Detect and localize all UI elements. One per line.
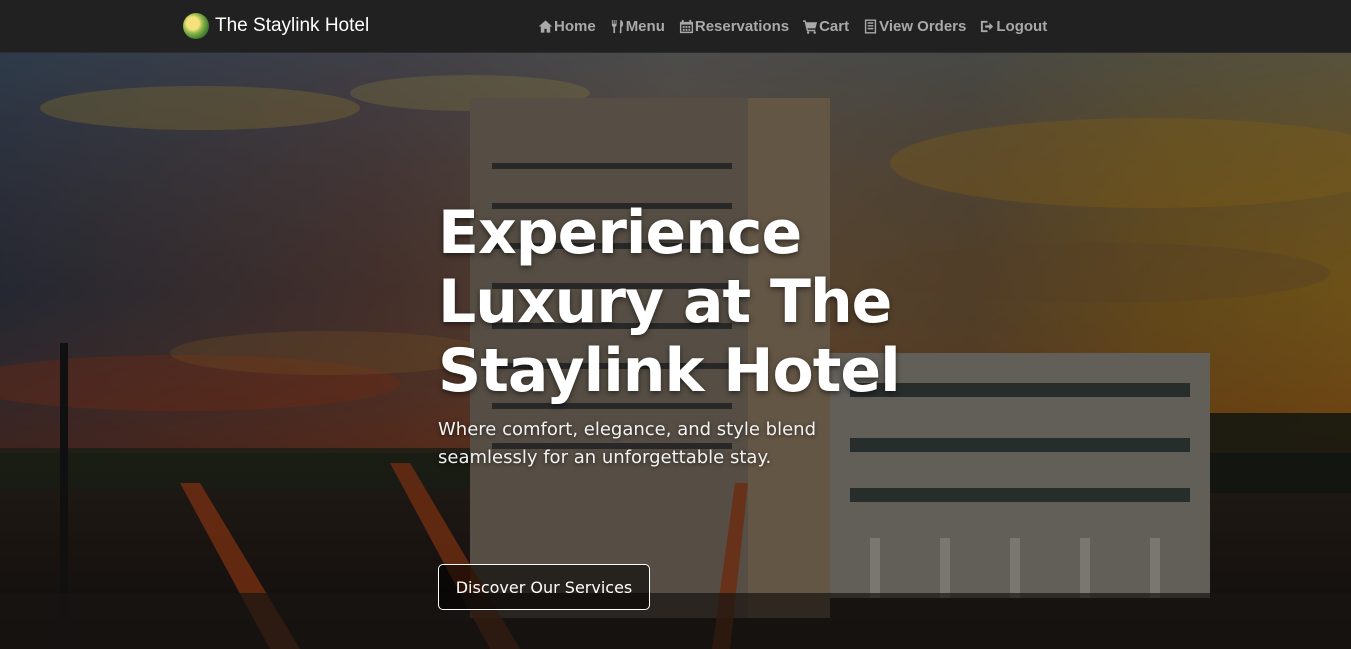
nav-item-reservations[interactable]: Reservations: [679, 18, 789, 35]
nav-item-label: Logout: [996, 17, 1048, 35]
home-icon: [538, 19, 553, 33]
calendar-icon: [679, 19, 693, 33]
logout-icon: [981, 20, 994, 32]
nav-item-logout[interactable]: Logout: [980, 18, 1047, 35]
nav-item-label: Cart: [819, 17, 850, 35]
navbar: The Staylink Hotel Home Menu Reservation…: [0, 0, 1351, 53]
nav-item-label: View Orders: [879, 17, 967, 35]
hero-subtitle: Where comfort, elegance, and style blend…: [438, 419, 817, 468]
discover-services-button[interactable]: Discover Our Services: [438, 564, 650, 610]
nav-links: Home Menu Reservations Cart View Orders …: [538, 15, 1047, 37]
list-icon: [864, 18, 877, 34]
brand-title: The Staylink Hotel: [215, 15, 370, 36]
nav-item-label: Home: [554, 17, 596, 35]
hotel-logo-icon: [183, 13, 209, 39]
nav-item-menu[interactable]: Menu: [610, 18, 665, 35]
utensils-icon: [611, 19, 623, 33]
hero-title: Experience Luxury at The Staylink Hotel: [438, 198, 901, 406]
cart-icon: [803, 19, 818, 34]
hero-content: Experience Luxury at The Staylink Hotel …: [438, 198, 958, 610]
nav-item-home[interactable]: Home: [538, 18, 596, 35]
nav-item-view-orders[interactable]: View Orders: [863, 18, 966, 35]
hero-section: Experience Luxury at The Staylink Hotel …: [0, 53, 1351, 649]
brand-link[interactable]: The Staylink Hotel: [183, 12, 369, 40]
nav-item-cart[interactable]: Cart: [803, 18, 849, 35]
nav-item-label: Menu: [625, 17, 665, 35]
nav-item-label: Reservations: [694, 17, 790, 35]
